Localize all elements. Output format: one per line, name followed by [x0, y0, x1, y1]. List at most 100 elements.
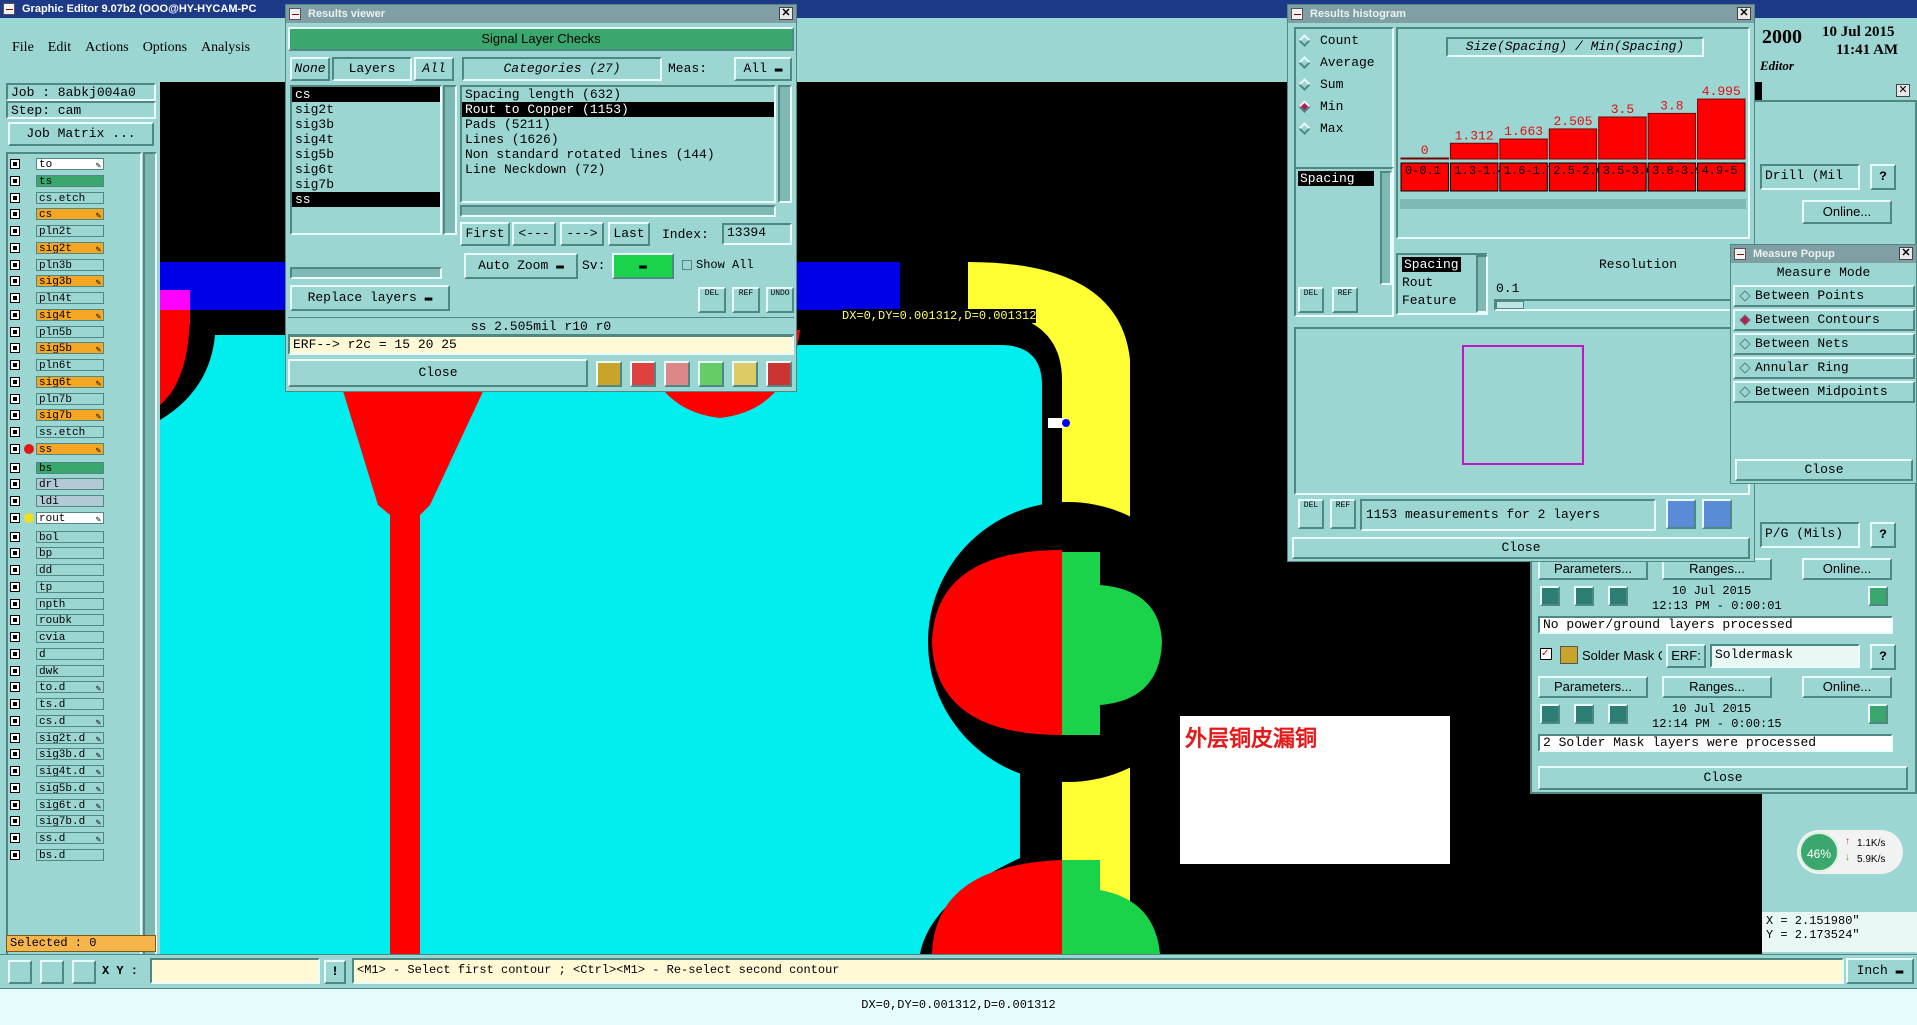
histogram-bar[interactable]: [1598, 116, 1647, 160]
layer-list-item[interactable]: sig6t: [292, 162, 440, 177]
layer-checkbox[interactable]: [10, 427, 20, 437]
replace-layers-select[interactable]: Replace layers ▬: [290, 285, 450, 311]
layer-row[interactable]: ss.d ✎: [8, 832, 104, 845]
category-list-item[interactable]: Rout to Copper (1153): [462, 102, 774, 117]
run-icon-3[interactable]: [1608, 586, 1628, 606]
zoom-icon-2[interactable]: [1868, 704, 1888, 724]
layer-checkbox[interactable]: [10, 479, 20, 490]
histogram-bar[interactable]: [1400, 157, 1449, 160]
first-button[interactable]: First: [460, 222, 510, 246]
layer-checkbox[interactable]: [10, 462, 20, 473]
erf-button[interactable]: ERF:: [1666, 644, 1706, 668]
layer-checkbox[interactable]: [10, 833, 20, 843]
results-layer-list[interactable]: cs sig2t sig3b sig4t sig5b sig6t sig7b ss: [290, 85, 442, 235]
hist-del-icon[interactable]: DEL: [1298, 287, 1324, 313]
layer-scrollbar[interactable]: [143, 152, 157, 1012]
layer-row[interactable]: pln6t: [8, 359, 104, 372]
chart-hscroll[interactable]: [1400, 199, 1746, 209]
layer-row[interactable]: d: [8, 647, 104, 661]
measure-mode-item[interactable]: Between Contours: [1733, 309, 1915, 331]
list2-rout[interactable]: Rout: [1402, 275, 1433, 290]
layer-checkbox[interactable]: [10, 565, 20, 575]
layer-checkbox[interactable]: [10, 782, 20, 793]
layer-row[interactable]: cs.etch: [8, 191, 104, 205]
layer-checkbox[interactable]: [10, 512, 20, 523]
list2-scrollbar[interactable]: [1476, 255, 1488, 313]
measure-mode-item[interactable]: Annular Ring: [1733, 357, 1915, 379]
layer-row[interactable]: ts.d: [8, 698, 104, 711]
layer-list-item[interactable]: sig2t: [292, 102, 440, 117]
layer-checkbox[interactable]: [10, 393, 20, 404]
layer-checkbox[interactable]: [10, 849, 20, 860]
layer-checkbox[interactable]: [10, 632, 20, 642]
run-icon-6[interactable]: [1608, 704, 1628, 724]
layer-checkbox[interactable]: [10, 376, 20, 387]
menu-analysis[interactable]: Analysis: [201, 40, 250, 60]
layer-checkbox[interactable]: [10, 732, 20, 743]
solder-help-button[interactable]: ?: [1870, 644, 1896, 670]
meas-select[interactable]: All ▬: [734, 57, 792, 81]
layer-row[interactable]: sig4t ✎: [8, 308, 104, 322]
layer-row[interactable]: tp: [8, 580, 104, 594]
layer-checkbox[interactable]: [10, 175, 20, 186]
layer-checkbox[interactable]: [10, 648, 20, 659]
run-icon-1[interactable]: [1540, 586, 1560, 606]
layer-list-item[interactable]: sig7b: [292, 177, 440, 192]
layer-checkbox[interactable]: [10, 699, 20, 709]
layer-checkbox[interactable]: [10, 276, 20, 287]
layer-list-item[interactable]: sig4t: [292, 132, 440, 147]
next-button[interactable]: --->: [560, 222, 604, 246]
mode-radio-max[interactable]: Max: [1298, 121, 1390, 139]
solder-check-icon[interactable]: ✓: [1540, 648, 1552, 660]
hist-ref-icon-2[interactable]: REF: [1330, 499, 1356, 529]
histogram-bar[interactable]: [1499, 138, 1548, 160]
layer-checkbox[interactable]: [10, 598, 20, 609]
quantity-item-spacing[interactable]: Spacing: [1298, 171, 1374, 186]
layer-row[interactable]: sig7b.d ✎: [8, 815, 104, 828]
online-button-2[interactable]: Online...: [1802, 558, 1892, 580]
parameters-button-2[interactable]: Parameters...: [1538, 676, 1648, 698]
list2-spacing[interactable]: Spacing: [1402, 257, 1461, 272]
layer-checkbox[interactable]: [10, 159, 20, 169]
category-hscroll[interactable]: [460, 205, 776, 217]
layer-row[interactable]: rout ✎: [8, 511, 104, 525]
layer-checkbox[interactable]: [10, 799, 20, 810]
histogram-bar[interactable]: [1697, 98, 1746, 160]
layer-list-hscroll[interactable]: [290, 267, 442, 279]
show-all-checkbox[interactable]: [682, 260, 692, 270]
layer-checkbox[interactable]: [10, 443, 20, 454]
layer-row[interactable]: bol: [8, 530, 104, 544]
mode-radio-min[interactable]: Min: [1298, 99, 1390, 117]
units-select[interactable]: Inch ▬: [1846, 958, 1914, 984]
layer-checkbox[interactable]: [10, 410, 20, 421]
layer-row[interactable]: bs.d: [8, 848, 104, 862]
run-icon-4[interactable]: [1540, 704, 1560, 724]
run-icon-2[interactable]: [1574, 586, 1594, 606]
layer-row[interactable]: to ✎: [8, 158, 104, 171]
layer-row[interactable]: sig4t.d ✎: [8, 765, 104, 778]
menu-actions[interactable]: Actions: [85, 40, 129, 60]
layer-row[interactable]: sig6t.d ✎: [8, 798, 104, 812]
layer-checkbox[interactable]: [10, 715, 20, 726]
layer-checkbox[interactable]: [10, 496, 20, 506]
pg-help-button[interactable]: ?: [1870, 522, 1896, 548]
layer-checkbox[interactable]: [10, 309, 20, 320]
layer-row[interactable]: ss ✎: [8, 442, 104, 456]
online-button-1[interactable]: Online...: [1802, 200, 1892, 224]
mode-radio-count[interactable]: Count: [1298, 33, 1390, 51]
layer-row[interactable]: cvia: [8, 631, 104, 644]
info-icon[interactable]: !: [324, 960, 346, 984]
layer-checkbox[interactable]: [10, 293, 20, 303]
undo-icon[interactable]: UNDO: [766, 287, 794, 313]
measure-close-button[interactable]: Close: [1735, 459, 1913, 481]
erf-value[interactable]: Soldermask: [1710, 644, 1860, 668]
layer-checkbox[interactable]: [10, 326, 20, 337]
hist-action-icon-2[interactable]: [1702, 499, 1732, 529]
list2-feature[interactable]: Feature: [1402, 293, 1457, 308]
auto-zoom-select[interactable]: Auto Zoom ▬: [464, 253, 578, 279]
layer-row[interactable]: cs ✎: [8, 208, 104, 221]
layer-checkbox[interactable]: [10, 548, 20, 559]
hist-action-icon-1[interactable]: [1666, 499, 1696, 529]
layer-checkbox[interactable]: [10, 226, 20, 236]
toolbar-icon-2[interactable]: [630, 361, 656, 387]
